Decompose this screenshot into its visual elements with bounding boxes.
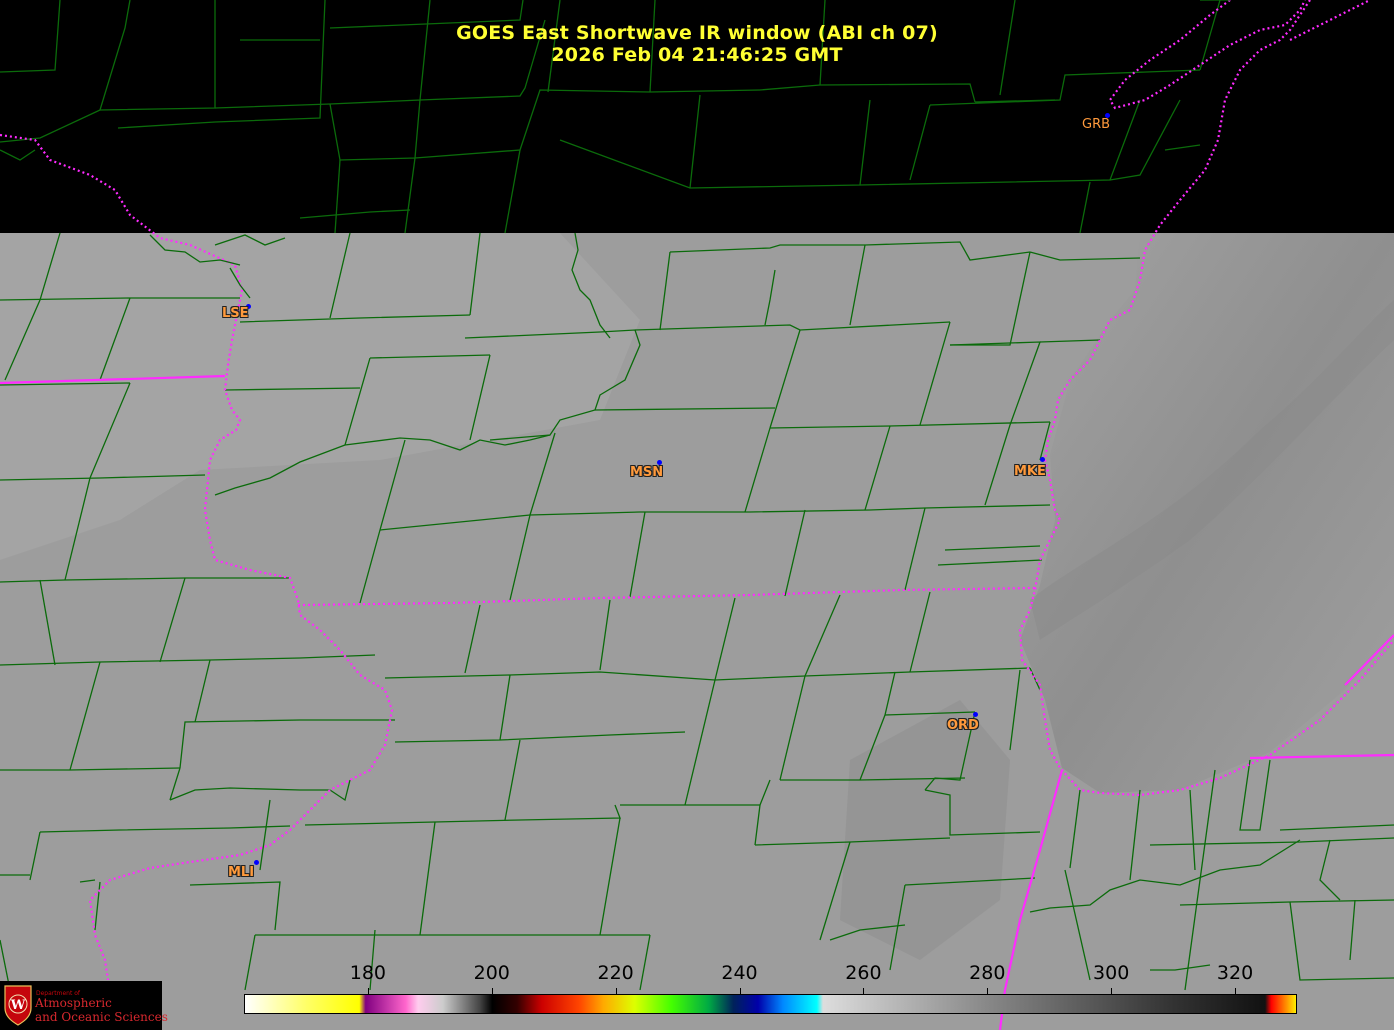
satellite-map: GOES East Shortwave IR window (ABI ch 07… — [0, 0, 1394, 1030]
temperature-colorbar — [244, 994, 1297, 1014]
colorbar-tick-label: 260 — [845, 962, 882, 984]
colorbar-tick-label: 320 — [1216, 962, 1254, 984]
colorbar-tick-label: 300 — [1093, 962, 1130, 984]
image-title: GOES East Shortwave IR window (ABI ch 07… — [456, 22, 938, 44]
colorbar-tick-label: 180 — [349, 962, 387, 984]
colorbar-tick-label: 200 — [473, 962, 510, 984]
station-label-grb: GRB — [1082, 117, 1111, 132]
colorbar-tick-mark — [863, 988, 865, 994]
station-label-mli: MLI — [228, 865, 255, 880]
station-marker-mke — [1040, 457, 1045, 462]
colorbar-tick-label: 240 — [721, 962, 758, 984]
logo-line-1: Atmospheric — [35, 996, 112, 1010]
station-label-msn: MSN — [630, 465, 664, 480]
colorbar-tick-mark — [987, 988, 989, 994]
image-timestamp: 2026 Feb 04 21:46:25 GMT — [551, 44, 843, 66]
colorbar-tick-mark — [1111, 988, 1113, 994]
station-label-ord: ORD — [947, 718, 979, 733]
crest-letter: W — [10, 998, 26, 1013]
aos-logo: W Department of Atmospheric and Oceanic … — [0, 981, 168, 1030]
colorbar-tick-mark — [615, 988, 617, 994]
station-label-lse: LSE — [222, 306, 249, 321]
uw-crest-icon: W — [4, 985, 32, 1026]
station-label-mke: MKE — [1014, 464, 1046, 479]
colorbar-tick-label: 220 — [597, 962, 634, 984]
colorbar-tick-mark — [1235, 988, 1237, 994]
colorbar-tick-mark — [739, 988, 741, 994]
colorbar-tick-label: 280 — [969, 962, 1006, 984]
colorbar-tick-mark — [491, 988, 493, 994]
station-marker-mli — [254, 860, 259, 865]
logo-line-2: and Oceanic Sciences — [35, 1010, 168, 1024]
map-canvas — [0, 0, 1394, 1030]
station-marker-ord — [973, 712, 978, 717]
colorbar-tick-mark — [367, 988, 369, 994]
